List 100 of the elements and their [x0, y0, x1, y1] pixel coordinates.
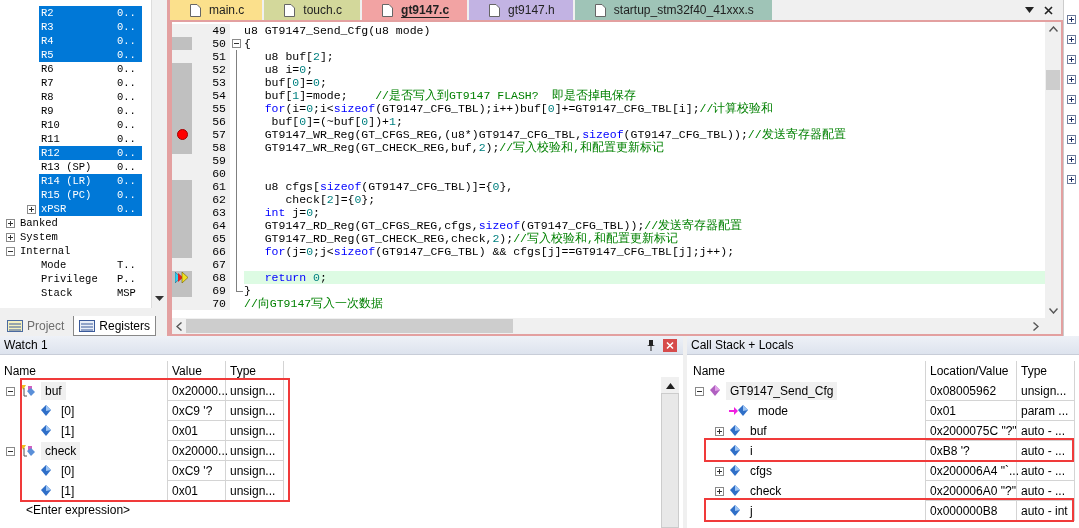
column-header[interactable]: Type — [1017, 361, 1075, 381]
scroll-thumb[interactable] — [186, 319, 513, 333]
column-header[interactable]: Value — [168, 361, 226, 381]
executable-marker[interactable] — [172, 37, 192, 50]
register-value: 0.. — [117, 7, 136, 19]
file-tab[interactable]: gt9147.c — [362, 0, 468, 20]
register-row[interactable]: R7 0.. — [39, 76, 142, 90]
register-row[interactable]: R6 0.. — [39, 62, 142, 76]
scroll-left-icon[interactable] — [176, 321, 182, 331]
type-cell: unsign... — [1017, 381, 1075, 401]
file-tab[interactable]: main.c — [170, 0, 263, 20]
column-header[interactable]: Name — [0, 361, 168, 381]
expand-icon[interactable] — [715, 466, 724, 476]
register-row[interactable]: R12 0.. — [39, 146, 142, 160]
register-row[interactable]: R8 0.. — [39, 90, 142, 104]
scroll-up-icon[interactable] — [665, 383, 675, 389]
register-row[interactable]: xPSR 0.. — [39, 202, 142, 216]
diamond-icon — [729, 465, 741, 477]
expand-icon[interactable] — [1067, 115, 1076, 124]
variable-name: buf — [749, 423, 768, 440]
register-row[interactable]: R3 0.. — [39, 20, 142, 34]
expand-icon[interactable] — [1067, 35, 1076, 44]
scroll-thumb[interactable] — [661, 393, 679, 528]
register-value: 0.. — [117, 35, 136, 47]
close-icon[interactable] — [1044, 5, 1053, 15]
code-line: u8 GT9147_Send_Cfg(u8 mode) — [244, 24, 431, 37]
expand-icon[interactable] — [715, 486, 724, 496]
register-row[interactable]: Banked — [18, 216, 121, 230]
variable-name: i — [749, 443, 754, 460]
column-header[interactable]: Name — [689, 361, 926, 381]
value-cell: 0x08005962 — [926, 381, 1017, 401]
expand-icon[interactable] — [1067, 135, 1076, 144]
file-tab[interactable]: startup_stm32f40_41xxx.s — [574, 0, 772, 20]
expand-icon[interactable] — [715, 426, 724, 436]
collapse-icon[interactable] — [6, 446, 15, 456]
type-cell: auto - ... — [1017, 441, 1075, 461]
dropdown-icon[interactable] — [1025, 7, 1034, 13]
code-line: buf[0]=0; — [264, 76, 327, 89]
file-tab[interactable]: touch.c — [264, 0, 361, 20]
line-number: 60 — [192, 167, 230, 180]
register-row[interactable]: R13 (SP) 0.. — [39, 160, 142, 174]
scroll-right-icon[interactable] — [1033, 321, 1039, 331]
executable-marker[interactable] — [172, 141, 192, 154]
register-name: R7 — [41, 77, 55, 89]
register-row[interactable]: R9 0.. — [39, 104, 142, 118]
line-number: 54 — [192, 89, 230, 102]
register-row[interactable]: R14 (LR) 0.. — [39, 174, 142, 188]
expand-icon[interactable] — [6, 218, 15, 228]
register-row[interactable]: Internal — [18, 244, 121, 258]
column-header[interactable]: Type — [226, 361, 284, 381]
expand-icon[interactable] — [1067, 15, 1076, 24]
panel-tab[interactable]: Project — [2, 316, 70, 336]
register-name: R4 — [41, 35, 55, 47]
scroll-thumb[interactable] — [1046, 70, 1060, 90]
scroll-down-icon[interactable] — [155, 296, 164, 302]
type-cell: unsign... — [226, 401, 284, 421]
expand-icon[interactable] — [1067, 155, 1076, 164]
register-row[interactable]: Mode T.. — [39, 258, 142, 272]
collapse-icon[interactable] — [6, 386, 15, 396]
register-row[interactable]: System — [18, 230, 121, 244]
collapse-icon[interactable] — [6, 246, 15, 256]
register-row[interactable]: R5 0.. — [39, 48, 142, 62]
register-name: xPSR — [41, 203, 68, 215]
executable-marker[interactable] — [172, 180, 192, 193]
register-value: 0.. — [117, 133, 136, 145]
expand-icon[interactable] — [27, 204, 36, 214]
register-name: Mode — [41, 259, 68, 271]
expand-icon[interactable] — [1067, 95, 1076, 104]
executable-marker[interactable] — [172, 245, 192, 258]
code-line: for(j=0;j<sizeof(GT9147_CFG_TBL) && cfgs[j]==GT9147_CFG_TBL[j];j++); — [264, 245, 735, 258]
register-row[interactable]: R2 0.. — [39, 6, 142, 20]
pin-icon[interactable] — [647, 339, 655, 351]
file-tab[interactable]: gt9147.h — [469, 0, 573, 20]
register-row[interactable]: R10 0.. — [39, 118, 142, 132]
register-row[interactable]: R15 (PC) 0.. — [39, 188, 142, 202]
register-name: Internal — [20, 245, 72, 257]
executable-marker[interactable] — [172, 284, 192, 297]
expand-icon[interactable] — [1067, 75, 1076, 84]
variable-name: buf — [41, 382, 66, 400]
variable-name: mode — [757, 403, 790, 420]
register-row[interactable]: R11 0.. — [39, 132, 142, 146]
line-number: 61 — [192, 180, 230, 193]
scroll-down-icon[interactable] — [1048, 308, 1058, 314]
breakpoint-icon[interactable] — [176, 129, 188, 140]
scroll-up-icon[interactable] — [1048, 26, 1058, 32]
column-header[interactable]: Location/Value — [926, 361, 1017, 381]
diamond-icon — [40, 485, 52, 497]
expand-icon[interactable] — [1067, 175, 1076, 184]
panel-tab[interactable]: Registers — [73, 316, 157, 336]
executable-marker[interactable] — [172, 63, 192, 76]
collapse-icon[interactable] — [695, 386, 704, 396]
register-row[interactable]: R4 0.. — [39, 34, 142, 48]
register-row[interactable]: Privilege P.. — [39, 272, 142, 286]
expand-icon[interactable] — [1067, 55, 1076, 64]
add-expression-item[interactable]: <Enter expression> — [0, 501, 661, 519]
register-row[interactable]: Stack MSP — [39, 286, 142, 300]
register-value: 0.. — [117, 203, 136, 215]
collapse-icon[interactable] — [232, 39, 241, 48]
panel-title: Call Stack + Locals — [691, 338, 794, 352]
expand-icon[interactable] — [6, 232, 15, 242]
